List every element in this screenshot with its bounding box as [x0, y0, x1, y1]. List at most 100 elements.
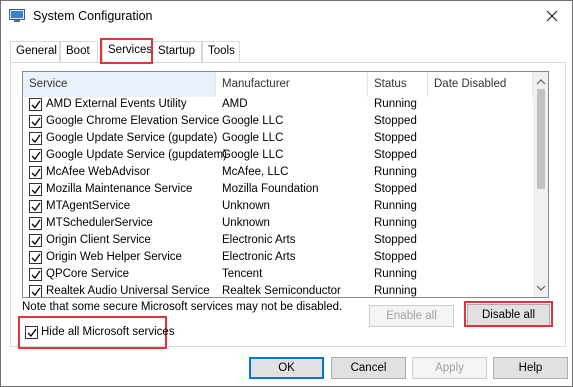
service-name-cell: Google Update Service (gupdate): [46, 132, 218, 144]
status-cell: Running: [374, 200, 417, 212]
status-cell: Stopped: [374, 234, 417, 246]
checkbox-checked-icon: [31, 134, 41, 144]
status-cell: Stopped: [374, 115, 417, 127]
scrollbar-thumb[interactable]: [537, 89, 545, 189]
service-checkbox[interactable]: [29, 251, 42, 264]
service-name-cell: QPCore Service: [46, 268, 130, 280]
checkbox-checked-icon: [31, 151, 41, 161]
status-cell: Stopped: [374, 132, 417, 144]
manufacturer-cell: Google LLC: [222, 149, 284, 161]
scroll-down-icon[interactable]: [536, 282, 546, 294]
service-name-cell: Origin Web Helper Service: [46, 251, 182, 263]
msconfig-app-icon: [9, 9, 25, 23]
manufacturer-cell: Unknown: [222, 217, 270, 229]
list-header: Service Manufacturer Status Date Disable…: [23, 72, 533, 97]
checkbox-checked-icon: [31, 202, 41, 212]
table-row[interactable]: MTAgentService Unknown Running: [23, 199, 533, 216]
status-cell: Running: [374, 268, 417, 280]
column-header-manufacturer[interactable]: Manufacturer: [216, 72, 368, 97]
service-name-cell: Google Chrome Elevation Service: [46, 115, 220, 127]
tab-services[interactable]: Services: [102, 39, 152, 63]
system-configuration-window: System Configuration General Boot Servic…: [0, 0, 573, 387]
table-row[interactable]: Realtek Audio Universal Service Realtek S…: [23, 284, 533, 297]
table-row[interactable]: Google Update Service (gupdate) Google LL…: [23, 131, 533, 148]
service-checkbox[interactable]: [29, 183, 42, 196]
table-row[interactable]: QPCore Service Tencent Running: [23, 267, 533, 284]
checkbox-checked-icon: [31, 117, 41, 127]
enable-all-button[interactable]: Enable all: [369, 305, 454, 327]
manufacturer-cell: AMD: [222, 98, 248, 110]
hide-microsoft-services-highlight: Hide all Microsoft services: [18, 316, 175, 349]
cancel-button[interactable]: Cancel: [331, 357, 406, 379]
status-cell: Running: [374, 98, 417, 110]
window-title: System Configuration: [33, 9, 153, 23]
manufacturer-cell: Mozilla Foundation: [222, 183, 319, 195]
column-header-date-disabled[interactable]: Date Disabled: [428, 72, 533, 97]
service-checkbox[interactable]: [29, 132, 42, 145]
status-cell: Running: [374, 217, 417, 229]
column-header-status[interactable]: Status: [368, 72, 428, 97]
service-name-cell: AMD External Events Utility: [46, 98, 187, 110]
service-name-cell: MTAgentService: [46, 200, 131, 212]
apply-button[interactable]: Apply: [412, 357, 487, 379]
status-cell: Stopped: [374, 251, 417, 263]
manufacturer-cell: Google LLC: [222, 132, 284, 144]
service-checkbox[interactable]: [29, 200, 42, 213]
status-cell: Running: [374, 166, 417, 178]
table-row[interactable]: MTSchedulerService Unknown Running: [23, 216, 533, 233]
title-bar[interactable]: System Configuration: [1, 1, 572, 32]
service-checkbox[interactable]: [29, 149, 42, 162]
table-row[interactable]: Google Chrome Elevation Service Google LL…: [23, 114, 533, 131]
manufacturer-cell: Tencent: [222, 268, 263, 280]
checkbox-checked-icon: [31, 100, 41, 110]
manufacturer-cell: Electronic Arts: [222, 251, 296, 263]
service-checkbox[interactable]: [29, 98, 42, 111]
checkbox-checked-icon: [31, 219, 41, 229]
service-name-cell: Realtek Audio Universal Service: [46, 285, 210, 297]
service-rows: AMD External Events Utility AMD Running Goo…: [23, 97, 533, 297]
table-row[interactable]: Mozilla Maintenance Service Mozilla Found…: [23, 182, 533, 199]
tab-startup[interactable]: Startup: [152, 41, 202, 62]
checkbox-checked-icon: [31, 168, 41, 178]
ok-button[interactable]: OK: [249, 357, 324, 379]
service-checkbox[interactable]: [29, 268, 42, 281]
disable-all-highlight: [464, 301, 553, 327]
tab-boot[interactable]: Boot: [60, 41, 98, 62]
manufacturer-cell: Realtek Semiconductor: [222, 285, 341, 297]
service-name-cell: McAfee WebAdvisor: [46, 166, 150, 178]
scroll-up-icon[interactable]: [536, 76, 546, 88]
service-name-cell: Origin Client Service: [46, 234, 151, 246]
services-list[interactable]: Service Manufacturer Status Date Disable…: [22, 71, 549, 298]
service-name-cell: MTSchedulerService: [46, 217, 153, 229]
checkbox-checked-icon: [31, 185, 41, 195]
status-cell: Stopped: [374, 183, 417, 195]
service-checkbox[interactable]: [29, 217, 42, 230]
service-name-cell: Mozilla Maintenance Service: [46, 183, 193, 195]
table-row[interactable]: AMD External Events Utility AMD Running: [23, 97, 533, 114]
manufacturer-cell: Google LLC: [222, 115, 284, 127]
table-row[interactable]: Origin Client Service Electronic Arts Stop…: [23, 233, 533, 250]
tab-tools[interactable]: Tools: [202, 41, 240, 62]
service-checkbox[interactable]: [29, 285, 42, 297]
secure-services-note: Note that some secure Microsoft services…: [22, 301, 343, 313]
hide-microsoft-services-checkbox[interactable]: [25, 326, 38, 339]
service-checkbox[interactable]: [29, 115, 42, 128]
checkbox-checked-icon: [31, 236, 41, 246]
checkbox-checked-icon: [31, 287, 41, 297]
vertical-scrollbar[interactable]: [533, 72, 548, 297]
checkbox-checked-icon: [31, 270, 41, 280]
service-checkbox[interactable]: [29, 166, 42, 179]
column-header-service[interactable]: Service: [23, 72, 216, 97]
table-row[interactable]: Origin Web Helper Service Electronic Arts…: [23, 250, 533, 267]
table-row[interactable]: McAfee WebAdvisor McAfee, LLC Running: [23, 165, 533, 182]
service-checkbox[interactable]: [29, 234, 42, 247]
manufacturer-cell: McAfee, LLC: [222, 166, 289, 178]
checkbox-checked-icon: [31, 253, 41, 263]
status-cell: Running: [374, 285, 417, 297]
manufacturer-cell: Electronic Arts: [222, 234, 296, 246]
tab-general[interactable]: General: [10, 41, 60, 62]
help-button[interactable]: Help: [493, 357, 568, 379]
hide-microsoft-services-label[interactable]: Hide all Microsoft services: [41, 326, 175, 338]
table-row[interactable]: Google Update Service (gupdatem) Google L…: [23, 148, 533, 165]
close-icon[interactable]: [541, 5, 563, 27]
